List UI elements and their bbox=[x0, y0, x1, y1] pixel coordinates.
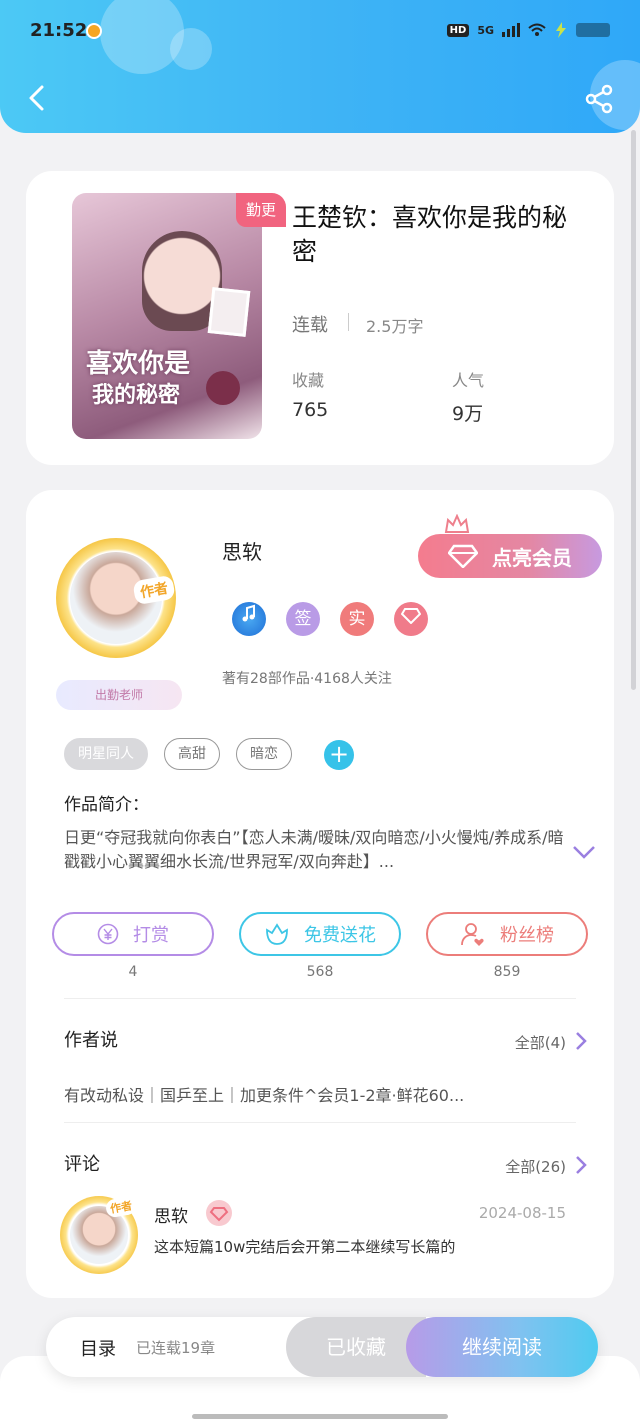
flower-label: 免费送花 bbox=[304, 925, 376, 946]
divider bbox=[64, 1122, 576, 1123]
fans-count: 859 bbox=[493, 964, 521, 980]
weibo-icon bbox=[86, 23, 102, 39]
battery-icon bbox=[576, 23, 610, 37]
author-detail-card: 作者 出勤老师 思软 点亮会员 签 实 著有28部作品·4168人关注 明星同人… bbox=[26, 490, 614, 1298]
chevron-right-icon[interactable] bbox=[574, 1030, 588, 1052]
author-name[interactable]: 思软 bbox=[222, 536, 262, 565]
book-status: 连载 bbox=[292, 315, 328, 336]
tag-chip[interactable]: 高甜 bbox=[164, 738, 220, 770]
reward-label: 打赏 bbox=[133, 925, 169, 946]
crown-icon bbox=[444, 514, 470, 533]
home-indicator[interactable] bbox=[192, 1414, 448, 1419]
divider bbox=[64, 998, 576, 999]
favorites-value: 765 bbox=[292, 399, 329, 421]
tag-chip[interactable]: 暗恋 bbox=[236, 738, 292, 770]
fans-label: 粉丝榜 bbox=[500, 925, 554, 946]
scrollbar[interactable] bbox=[631, 130, 636, 690]
popularity-value: 9万 bbox=[452, 403, 484, 425]
fan-person-icon bbox=[461, 923, 484, 946]
word-count: 2.5万字 bbox=[366, 317, 424, 336]
vip-diamond-icon bbox=[206, 1200, 232, 1226]
flower-icon bbox=[266, 923, 288, 945]
diamond-badge-icon[interactable] bbox=[394, 602, 428, 636]
signed-badge[interactable]: 签 bbox=[286, 602, 320, 636]
author-says-more[interactable]: 全部(4) bbox=[515, 1032, 566, 1053]
comment-text[interactable]: 这本短篇10w完结后会开第二本继续写长篇的 bbox=[154, 1236, 455, 1257]
continue-reading-button[interactable]: 继续阅读 bbox=[406, 1317, 598, 1377]
intro-label: 作品简介： bbox=[64, 795, 149, 815]
popularity-label: 人气 bbox=[452, 371, 485, 390]
cover-title-line2: 我的秘密 bbox=[92, 383, 181, 408]
commenter-name[interactable]: 思软 bbox=[154, 1202, 188, 1227]
comments-more[interactable]: 全部(26) bbox=[505, 1156, 566, 1177]
commenter-avatar[interactable]: 作者 bbox=[60, 1195, 138, 1274]
verified-badge[interactable]: 实 bbox=[340, 602, 374, 636]
expand-chevron-icon[interactable] bbox=[572, 844, 596, 860]
free-flower-button[interactable]: 免费送花 bbox=[239, 912, 401, 956]
works-info: 著有28部作品·4168人关注 bbox=[222, 671, 392, 687]
cover-photo-sticker bbox=[207, 287, 251, 337]
yen-icon bbox=[97, 923, 119, 945]
favorites-label: 收藏 bbox=[292, 371, 325, 390]
status-bar: 21:52 HD 5G bbox=[30, 20, 610, 46]
status-icons: HD 5G bbox=[446, 22, 610, 38]
fan-ranking-button[interactable]: 粉丝榜 bbox=[426, 912, 588, 956]
tutor-label: 出勤老师 bbox=[56, 680, 182, 710]
author-says-text[interactable]: 有改动私设｜国乒至上｜加更条件^会员1-2章·鲜花60... bbox=[64, 1082, 464, 1106]
comment-date: 2024-08-15 bbox=[478, 1204, 566, 1222]
comments-title: 评论 bbox=[64, 1154, 100, 1175]
collected-button[interactable]: 已收藏 bbox=[286, 1317, 426, 1377]
diamond-icon bbox=[448, 544, 478, 568]
share-icon[interactable] bbox=[584, 84, 614, 114]
top-header: 21:52 HD 5G bbox=[0, 0, 640, 133]
charging-icon bbox=[556, 22, 566, 38]
add-tag-button[interactable]: + bbox=[324, 740, 354, 770]
reward-button[interactable]: 打赏 bbox=[52, 912, 214, 956]
author-badge: 作者 bbox=[104, 1195, 138, 1219]
vip-button-label: 点亮会员 bbox=[492, 545, 572, 570]
chapters-info[interactable]: 已连载19章 bbox=[136, 1337, 215, 1358]
divider bbox=[348, 313, 349, 331]
bottom-action-bar: 目录 已连载19章 已收藏 继续阅读 bbox=[46, 1317, 598, 1377]
cover-title-line1: 喜欢你是 bbox=[86, 349, 191, 379]
toc-button[interactable]: 目录 bbox=[80, 1335, 116, 1361]
hd-icon: HD bbox=[446, 23, 470, 37]
book-info-card: 喜欢你是 我的秘密 勤更 王楚钦：喜欢你是我的秘密 连载 2.5万字 收藏 76… bbox=[26, 171, 614, 465]
reward-count: 4 bbox=[128, 964, 138, 980]
update-badge: 勤更 bbox=[236, 193, 286, 227]
author-avatar[interactable]: 作者 bbox=[56, 538, 176, 658]
wifi-icon bbox=[528, 23, 546, 36]
network-label: 5G bbox=[477, 23, 494, 37]
signal-icon bbox=[502, 23, 520, 37]
cover-apple-decor bbox=[206, 371, 240, 405]
intro-text: 日更“夺冠我就向你表白”【恋人未满/暧昧/双向暗恋/小火慢炖/养成系/暗戳戳小心… bbox=[64, 828, 564, 871]
book-cover[interactable]: 喜欢你是 我的秘密 bbox=[72, 193, 262, 439]
book-title: 王楚钦：喜欢你是我的秘密 bbox=[292, 203, 568, 266]
status-time: 21:52 bbox=[30, 20, 88, 41]
tag-chip[interactable]: 明星同人 bbox=[64, 738, 148, 770]
light-vip-button[interactable]: 点亮会员 bbox=[418, 534, 602, 578]
back-arrow-icon[interactable] bbox=[24, 84, 52, 112]
flower-count: 568 bbox=[306, 964, 334, 980]
author-says-title: 作者说 bbox=[64, 1030, 118, 1051]
chevron-right-icon[interactable] bbox=[574, 1154, 588, 1176]
music-medal-icon[interactable] bbox=[232, 602, 266, 636]
